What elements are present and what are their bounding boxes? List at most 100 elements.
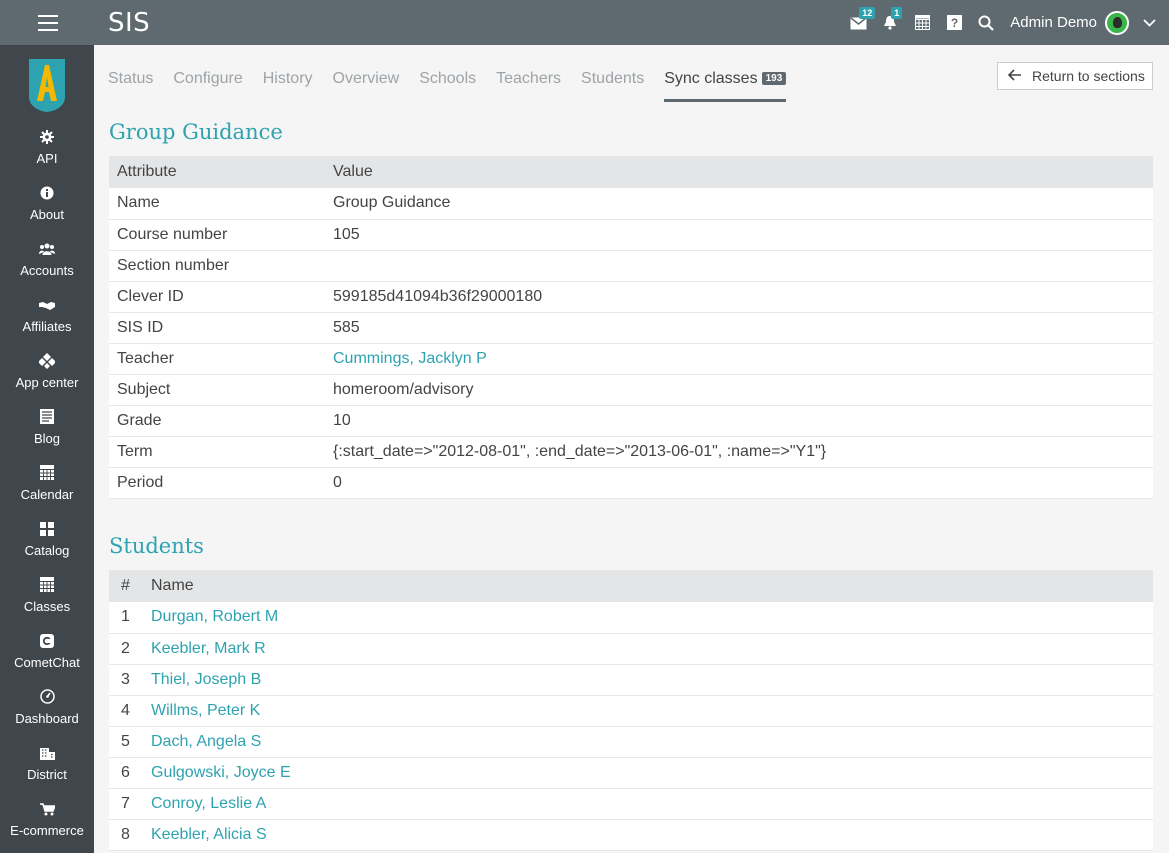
student-link[interactable]: Durgan, Robert M	[151, 608, 278, 625]
sidebar-item-label: District	[27, 767, 67, 782]
sidebar-item-catalog[interactable]: Catalog	[0, 521, 94, 577]
blog-icon	[0, 409, 94, 429]
tab-status[interactable]: Status	[108, 62, 153, 102]
search-button[interactable]	[970, 0, 1002, 45]
grid-calendar-icon	[914, 15, 930, 30]
tab-students[interactable]: Students	[581, 62, 644, 102]
mail-button[interactable]: 12	[842, 0, 876, 45]
student-number: 1	[109, 602, 151, 634]
sidebar-item-accounts[interactable]: Accounts	[0, 241, 94, 297]
tab-count-badge: 193	[761, 72, 787, 85]
value-cell: {:start_date=>"2012-08-01", :end_date=>"…	[325, 436, 1153, 468]
classes-icon	[0, 577, 94, 597]
value-cell: 10	[325, 405, 1153, 437]
mail-badge: 12	[859, 7, 876, 19]
sidebar-item-district[interactable]: District	[0, 745, 94, 801]
column-header: #	[109, 570, 151, 602]
user-menu-button[interactable]	[1129, 18, 1169, 27]
value-cell: Group Guidance	[325, 188, 1153, 220]
student-link[interactable]: Conroy, Leslie A	[151, 795, 266, 812]
top-bar: SIS 12 1 ? Admin Demo	[0, 0, 1169, 45]
handshake-icon	[0, 297, 94, 317]
sidebar-item-label: About	[30, 207, 64, 222]
table-row: 2 Keebler, Mark R	[109, 633, 1153, 665]
column-header: Name	[151, 570, 1153, 602]
tab-configure[interactable]: Configure	[173, 62, 242, 102]
arrow-left-icon	[1007, 68, 1022, 85]
student-link[interactable]: Gulgowski, Joyce E	[151, 764, 291, 781]
student-link[interactable]: Thiel, Joseph B	[151, 671, 261, 688]
student-number: 2	[109, 633, 151, 665]
table-row: Teacher Cummings, Jacklyn P	[109, 343, 1153, 375]
student-number: 8	[109, 819, 151, 851]
student-name-cell: Willms, Peter K	[151, 695, 1153, 727]
table-row: 4 Willms, Peter K	[109, 695, 1153, 727]
attribute-cell: Clever ID	[109, 281, 325, 313]
table-header-row: # Name	[109, 570, 1153, 602]
student-link[interactable]: Keebler, Alicia S	[151, 826, 267, 843]
table-row: SIS ID 585	[109, 312, 1153, 344]
attribute-cell: Subject	[109, 374, 325, 406]
notifications-button[interactable]: 1	[874, 0, 906, 45]
value-cell: homeroom/advisory	[325, 374, 1153, 406]
value-cell: 599185d41094b36f29000180	[325, 281, 1153, 313]
table-row: Clever ID 599185d41094b36f29000180	[109, 281, 1153, 313]
column-header: Value	[325, 156, 1153, 188]
return-button-label: Return to sections	[1032, 68, 1145, 84]
cart-icon	[0, 801, 94, 821]
table-row: Section number	[109, 250, 1153, 282]
chat-icon	[0, 633, 94, 653]
teacher-link[interactable]: Cummings, Jacklyn P	[333, 350, 487, 367]
sidebar-item-cometchat[interactable]: CometChat	[0, 633, 94, 689]
attribute-table: Attribute Value Name Group Guidance Course…	[109, 156, 1153, 499]
attribute-cell: Period	[109, 467, 325, 499]
student-link[interactable]: Dach, Angela S	[151, 733, 261, 750]
sidebar-item-dashboard[interactable]: Dashboard	[0, 689, 94, 745]
sidebar-item-api[interactable]: API	[0, 129, 94, 185]
hamburger-menu-icon[interactable]	[38, 15, 58, 31]
sidebar-item-about[interactable]: About	[0, 185, 94, 241]
students-table: # Name 1 Durgan, Robert M 2 Keebler, Mark R…	[109, 570, 1153, 851]
calendar-button[interactable]	[906, 0, 938, 45]
return-to-sections-button[interactable]: Return to sections	[997, 62, 1153, 90]
catalog-icon	[0, 521, 94, 541]
table-row: Course number 105	[109, 219, 1153, 251]
tab-sync-classes[interactable]: Sync classes 193	[664, 62, 787, 102]
student-name-cell: Keebler, Alicia S	[151, 819, 1153, 851]
value-cell: 105	[325, 219, 1153, 251]
sidebar-item-label: Classes	[23, 599, 71, 614]
school-logo[interactable]	[27, 57, 67, 113]
sidebar-item-label: App center	[15, 375, 79, 390]
sidebar-item-calendar[interactable]: Calendar	[0, 465, 94, 521]
table-row: Subject homeroom/advisory	[109, 374, 1153, 406]
table-row: 3 Thiel, Joseph B	[109, 664, 1153, 696]
value-cell: 585	[325, 312, 1153, 344]
table-row: 6 Gulgowski, Joyce E	[109, 757, 1153, 789]
sidebar-item-classes[interactable]: Classes	[0, 577, 94, 633]
tab-overview[interactable]: Overview	[333, 62, 400, 102]
tab-teachers[interactable]: Teachers	[496, 62, 561, 102]
sidebar-item-affiliates[interactable]: Affiliates	[0, 297, 94, 353]
top-icons: 12 1 ? Admin Demo	[842, 0, 1169, 45]
attribute-cell: Term	[109, 436, 325, 468]
class-title: Group Guidance	[109, 120, 283, 144]
sidebar-item-blog[interactable]: Blog	[0, 409, 94, 465]
sidebar-item-app-center[interactable]: App center	[0, 353, 94, 409]
table-row: Period 0	[109, 467, 1153, 499]
tab-history[interactable]: History	[263, 62, 313, 102]
help-button[interactable]: ?	[938, 0, 970, 45]
tab-bar: Status Configure History Overview School…	[108, 62, 806, 102]
help-icon: ?	[946, 15, 962, 30]
sidebar-item-e-commerce[interactable]: E-commerce	[0, 801, 94, 853]
avatar[interactable]	[1105, 10, 1129, 35]
sidebar-item-label: Dashboard	[15, 711, 79, 726]
table-row: 1 Durgan, Robert M	[109, 602, 1153, 634]
attribute-cell: Name	[109, 188, 325, 220]
table-row: Term {:start_date=>"2012-08-01", :end_dat…	[109, 436, 1153, 468]
chevron-down-icon	[1142, 18, 1156, 27]
user-name[interactable]: Admin Demo	[1010, 14, 1097, 31]
student-link[interactable]: Willms, Peter K	[151, 702, 260, 719]
tab-schools[interactable]: Schools	[419, 62, 476, 102]
apps-icon	[0, 353, 94, 373]
student-link[interactable]: Keebler, Mark R	[151, 640, 266, 657]
